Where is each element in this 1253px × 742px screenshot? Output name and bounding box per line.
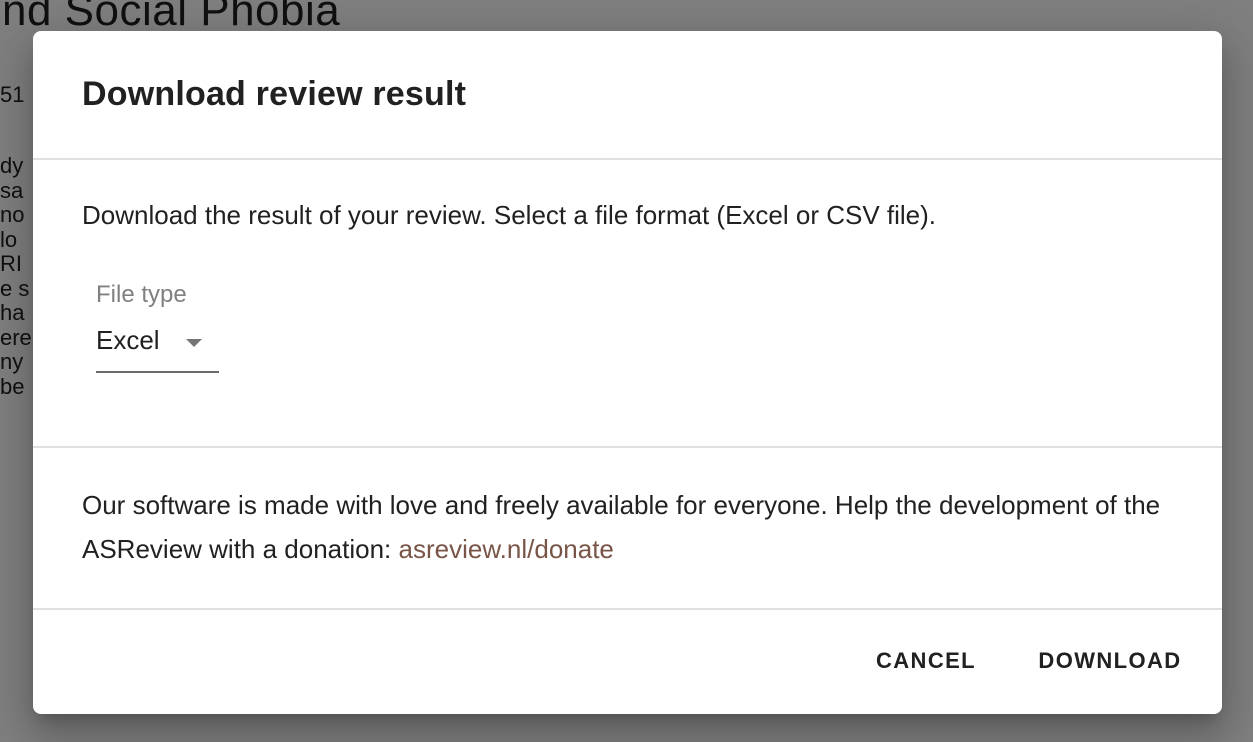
file-type-value[interactable]: Excel (96, 325, 160, 356)
donation-text: Our software is made with love and freel… (82, 490, 1161, 564)
title-divider (33, 158, 1222, 160)
file-type-select[interactable]: File type Excel (96, 281, 219, 375)
dialog-description: Download the result of your review. Sele… (82, 200, 937, 230)
download-dialog: Download review result Download the resu… (33, 31, 1222, 714)
donation-message: Our software is made with love and freel… (82, 483, 1182, 571)
dialog-title: Download review result (82, 75, 467, 113)
content-divider (33, 446, 1222, 448)
donate-link[interactable]: asreview.nl/donate (399, 534, 614, 564)
file-type-label: File type (96, 281, 187, 308)
actions-divider (33, 608, 1222, 610)
select-underline (96, 371, 219, 373)
download-button[interactable]: DOWNLOAD (1020, 631, 1200, 691)
arrow-drop-down-icon[interactable] (186, 339, 202, 347)
cancel-button[interactable]: CANCEL (864, 631, 988, 691)
